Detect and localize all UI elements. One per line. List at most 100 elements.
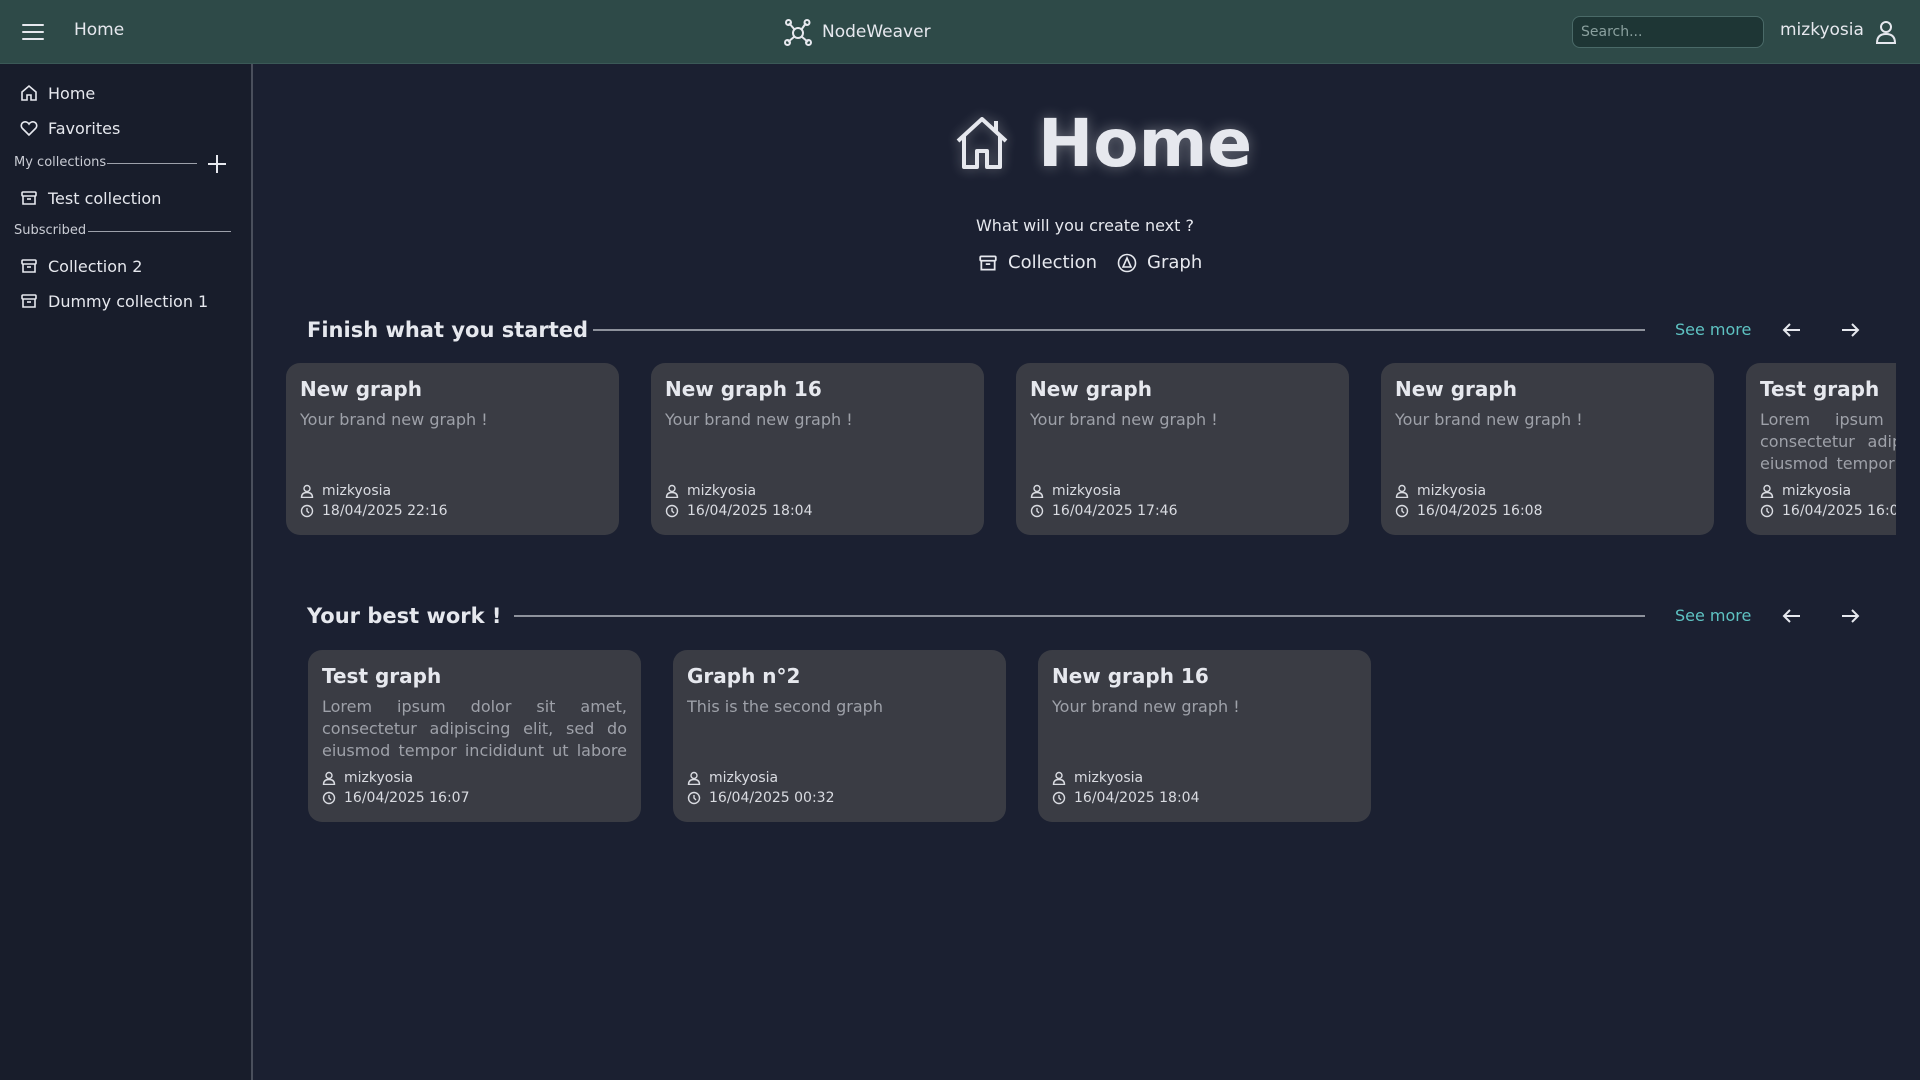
graph-card[interactable]: Graph n°2 This is the second graph mizky… [673, 650, 1006, 822]
see-more-link[interactable]: See more [1675, 320, 1751, 339]
home-icon [21, 84, 37, 101]
graph-card-title: New graph 16 [665, 377, 822, 401]
graph-card-author: mizkyosia [1417, 483, 1487, 499]
add-collection-icon[interactable] [205, 152, 229, 176]
page-title-text: Home [1038, 104, 1253, 182]
graph-card-title: New graph [300, 377, 422, 401]
breadcrumb[interactable]: Home [74, 20, 124, 40]
user-icon[interactable] [1875, 20, 1897, 44]
graph-icon [1117, 253, 1137, 272]
graph-card-title: Test graph [322, 664, 442, 688]
see-more-link[interactable]: See more [1675, 606, 1751, 625]
menu-icon[interactable] [22, 21, 44, 43]
create-graph-button[interactable]: Graph [1117, 252, 1202, 273]
recent-graphs-row: New graph Your brand new graph ! mizkyos… [286, 363, 1896, 535]
nodeweaver-logo-icon [784, 19, 812, 46]
graph-card[interactable]: New graph 16 Your brand new graph ! mizk… [1038, 650, 1371, 822]
search-input[interactable] [1572, 16, 1764, 48]
graph-card-date: 16/04/2025 18:04 [687, 503, 813, 519]
history-icon [300, 504, 314, 518]
username[interactable]: mizkyosia [1780, 20, 1864, 40]
sidebar-item-label: Collection 2 [48, 256, 143, 276]
graph-card-author: mizkyosia [1782, 483, 1852, 499]
graph-card-description: Your brand new graph ! [1052, 697, 1240, 716]
arrow-left-icon[interactable] [1781, 319, 1803, 341]
history-icon [665, 504, 679, 518]
graph-card[interactable]: Test graph Lorem ipsum dolor sit amet, c… [1746, 363, 1896, 535]
graph-card-date: 16/04/2025 16:08 [1417, 503, 1543, 519]
archive-icon [21, 259, 37, 273]
graph-card-title: Test graph [1760, 377, 1880, 401]
graph-card-description: Your brand new graph ! [1395, 410, 1583, 429]
arrow-left-icon[interactable] [1781, 605, 1803, 627]
section-title-finish: Finish what you started [307, 318, 589, 342]
graph-card-author: mizkyosia [344, 770, 414, 786]
graph-card-title: New graph [1395, 377, 1517, 401]
graph-card-description: Your brand new graph ! [1030, 410, 1218, 429]
history-icon [1030, 504, 1044, 518]
graph-card[interactable]: New graph 16 Your brand new graph ! mizk… [651, 363, 984, 535]
history-icon [1395, 504, 1409, 518]
history-icon [1760, 504, 1774, 518]
graph-card-author: mizkyosia [709, 770, 779, 786]
sidebar-item-home[interactable]: Home [20, 80, 95, 106]
user-icon [687, 771, 701, 785]
divider [107, 163, 197, 164]
graph-card-author: mizkyosia [1052, 483, 1122, 499]
section-divider [593, 329, 1645, 331]
graph-card[interactable]: New graph Your brand new graph ! mizkyos… [1016, 363, 1349, 535]
user-icon [1030, 484, 1044, 498]
graph-card-description: Your brand new graph ! [300, 410, 488, 429]
create-graph-label: Graph [1147, 252, 1203, 273]
graph-card-date: 16/04/2025 17:46 [1052, 503, 1178, 519]
graph-card-title: New graph 16 [1052, 664, 1209, 688]
user-icon [322, 771, 336, 785]
graph-card-title: New graph [1030, 377, 1152, 401]
graph-card-date: 18/04/2025 22:16 [322, 503, 448, 519]
graph-card-title: Graph n°2 [687, 664, 801, 688]
section-divider [514, 615, 1645, 617]
history-icon [1052, 791, 1066, 805]
sidebar-item-dummy-collection-1[interactable]: Dummy collection 1 [20, 288, 208, 314]
graph-card[interactable]: New graph Your brand new graph ! mizkyos… [286, 363, 619, 535]
user-icon [1052, 771, 1066, 785]
home-icon [956, 117, 1008, 169]
app-brand[interactable]: NodeWeaver [784, 17, 931, 47]
graph-card-author: mizkyosia [687, 483, 757, 499]
section-title-best-work: Your best work ! [307, 604, 502, 628]
archive-icon [979, 254, 997, 271]
sidebar-item-test-collection[interactable]: Test collection [20, 185, 161, 211]
graph-card-author: mizkyosia [322, 483, 392, 499]
page-subtitle: What will you create next ? [975, 216, 1194, 235]
arrow-right-icon[interactable] [1839, 319, 1861, 341]
graph-card-description: Your brand new graph ! [665, 410, 853, 429]
arrow-right-icon[interactable] [1839, 605, 1861, 627]
graph-card-date: 16/04/2025 18:04 [1074, 790, 1200, 806]
graph-card-date: 16/04/2025 16:07 [344, 790, 470, 806]
create-collection-button[interactable]: Collection [978, 252, 1097, 273]
graph-card-description: Lorem ipsum dolor sit amet, consectetur … [322, 697, 627, 760]
user-icon [300, 484, 314, 498]
user-icon [665, 484, 679, 498]
sidebar-item-collection-2[interactable]: Collection 2 [20, 253, 142, 279]
create-actions: Collection Graph [978, 252, 1222, 273]
history-icon [322, 791, 336, 805]
app-name: NodeWeaver [822, 22, 931, 42]
graph-card-date: 16/04/2025 00:32 [709, 790, 835, 806]
user-icon [1395, 484, 1409, 498]
best-work-row: Test graph Lorem ipsum dolor sit amet, c… [308, 650, 1408, 822]
archive-icon [21, 191, 37, 205]
sidebar-item-label: Home [48, 83, 96, 103]
create-collection-label: Collection [1008, 252, 1098, 273]
graph-card[interactable]: Test graph Lorem ipsum dolor sit amet, c… [308, 650, 641, 822]
archive-icon [21, 294, 37, 308]
sidebar-item-favorites[interactable]: Favorites [20, 115, 120, 141]
top-bar: Home NodeWeaver mizkyosia [0, 0, 1920, 64]
user-icon [1760, 484, 1774, 498]
heart-icon [20, 121, 38, 137]
sidebar-item-label: Dummy collection 1 [48, 291, 209, 311]
history-icon [687, 791, 701, 805]
my-collections-label: My collections [14, 155, 107, 170]
graph-card[interactable]: New graph Your brand new graph ! mizkyos… [1381, 363, 1714, 535]
graph-card-author: mizkyosia [1074, 770, 1144, 786]
